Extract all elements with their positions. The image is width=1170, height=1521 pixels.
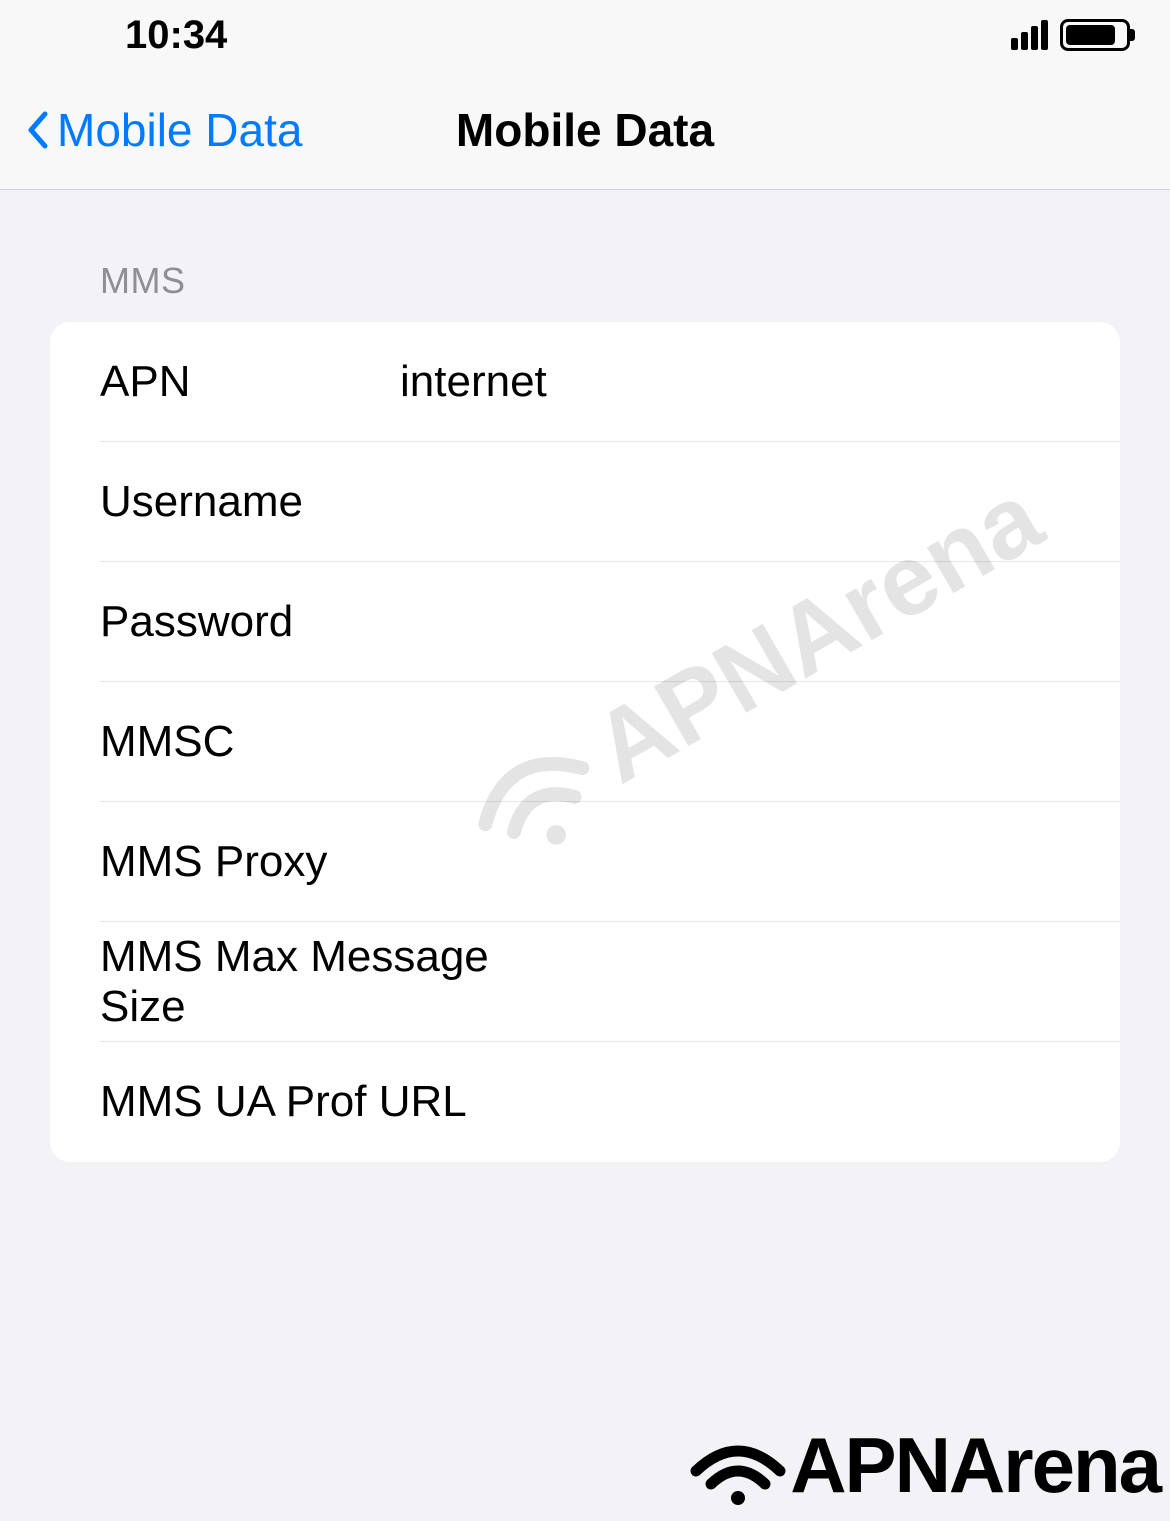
mms-ua-prof-row[interactable]: MMS UA Prof URL bbox=[50, 1042, 1120, 1162]
footer-logo-text: APNArena bbox=[790, 1420, 1160, 1511]
mms-settings-group: APN Username Password MMSC MMS Proxy MMS… bbox=[50, 322, 1120, 1162]
mms-proxy-input[interactable] bbox=[400, 837, 1120, 887]
apn-label: APN bbox=[100, 357, 400, 407]
mms-max-size-input[interactable] bbox=[545, 957, 1120, 1007]
mms-ua-prof-label: MMS UA Prof URL bbox=[100, 1077, 545, 1127]
status-time: 10:34 bbox=[125, 13, 227, 58]
mms-proxy-label: MMS Proxy bbox=[100, 837, 400, 887]
wifi-icon bbox=[688, 1426, 788, 1506]
username-row[interactable]: Username bbox=[50, 442, 1120, 562]
mmsc-input[interactable] bbox=[400, 717, 1120, 767]
content: MMS APN Username Password MMSC MMS Proxy bbox=[0, 190, 1170, 1162]
password-label: Password bbox=[100, 597, 400, 647]
battery-icon bbox=[1060, 19, 1130, 51]
footer-logo: APNArena bbox=[688, 1420, 1160, 1511]
back-button[interactable]: Mobile Data bbox=[25, 103, 302, 157]
mms-max-size-row[interactable]: MMS Max Message Size bbox=[50, 922, 1120, 1042]
navigation-bar: Mobile Data Mobile Data bbox=[0, 70, 1170, 190]
status-indicators bbox=[1011, 19, 1130, 51]
mms-max-size-label: MMS Max Message Size bbox=[100, 932, 545, 1032]
mmsc-row[interactable]: MMSC bbox=[50, 682, 1120, 802]
password-input[interactable] bbox=[400, 597, 1120, 647]
back-label: Mobile Data bbox=[57, 103, 302, 157]
apn-row[interactable]: APN bbox=[50, 322, 1120, 442]
mms-ua-prof-input[interactable] bbox=[545, 1077, 1120, 1127]
status-bar: 10:34 bbox=[0, 0, 1170, 70]
section-header-mms: MMS bbox=[50, 260, 1120, 322]
username-input[interactable] bbox=[400, 477, 1120, 527]
username-label: Username bbox=[100, 477, 400, 527]
mmsc-label: MMSC bbox=[100, 717, 400, 767]
password-row[interactable]: Password bbox=[50, 562, 1120, 682]
apn-input[interactable] bbox=[400, 357, 1120, 407]
chevron-left-icon bbox=[25, 110, 49, 150]
page-title: Mobile Data bbox=[456, 103, 714, 157]
mms-proxy-row[interactable]: MMS Proxy bbox=[50, 802, 1120, 922]
cellular-signal-icon bbox=[1011, 20, 1048, 50]
